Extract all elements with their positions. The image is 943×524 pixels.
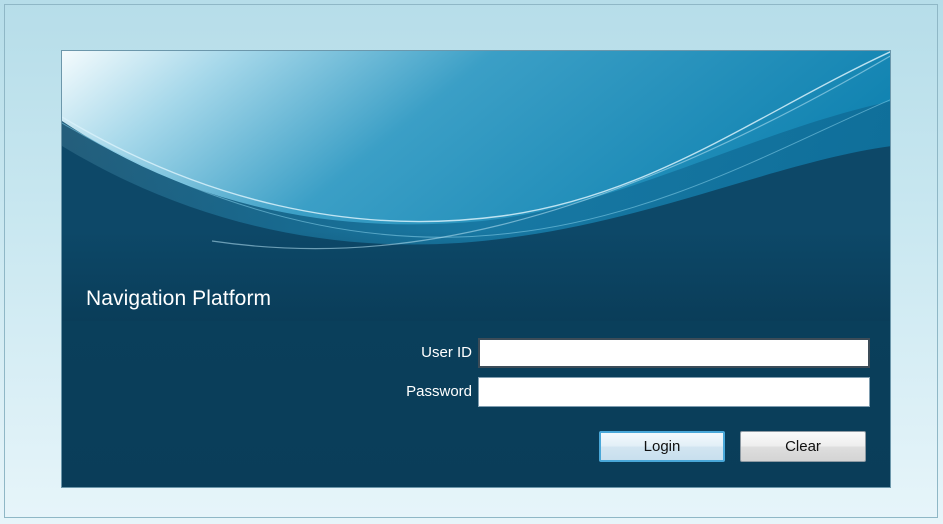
app-title: Navigation Platform xyxy=(86,287,272,310)
login-panel: Navigation Platform User ID Password Log… xyxy=(61,50,891,488)
decorative-wave-banner xyxy=(62,51,890,321)
password-input[interactable] xyxy=(478,377,870,407)
user-id-row: User ID xyxy=(62,338,890,368)
clear-button[interactable]: Clear xyxy=(740,431,866,462)
user-id-label: User ID xyxy=(421,344,472,361)
user-id-input[interactable] xyxy=(478,338,870,368)
password-row: Password xyxy=(62,377,890,407)
login-button[interactable]: Login xyxy=(599,431,725,462)
password-label: Password xyxy=(406,383,472,400)
